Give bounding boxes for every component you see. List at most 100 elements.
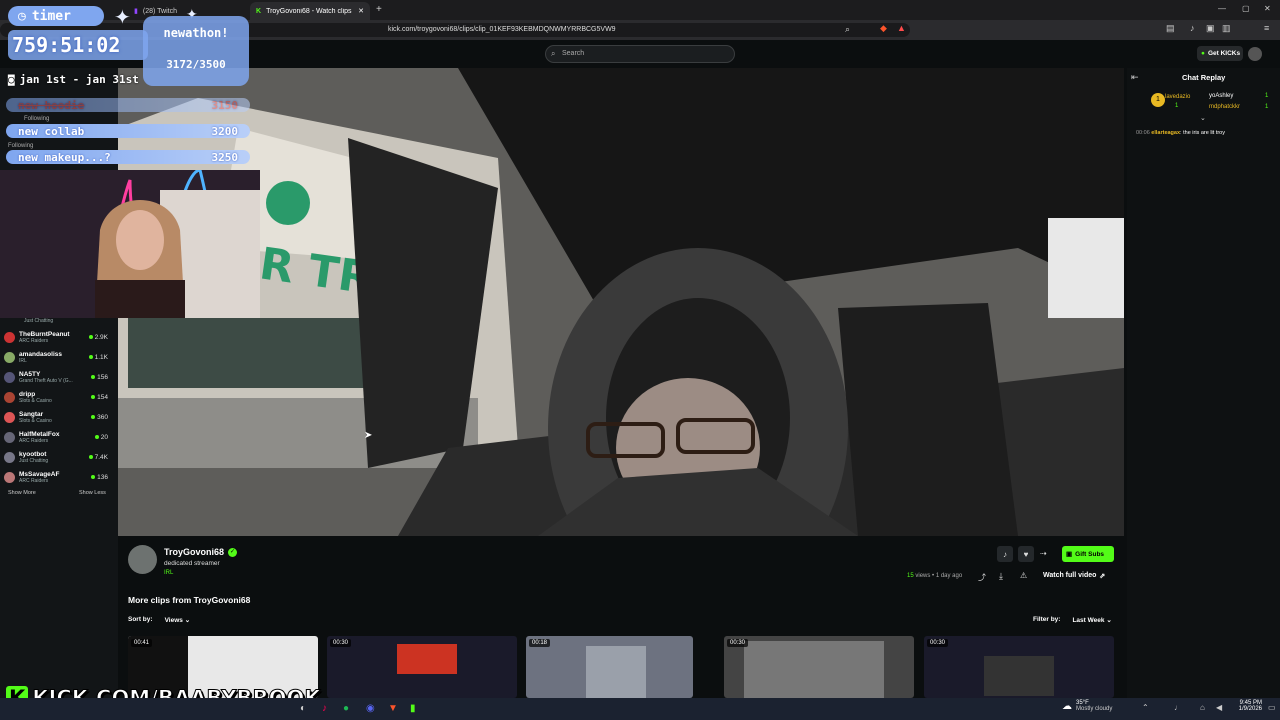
notification-icon[interactable]: ▭ (1268, 703, 1276, 712)
show-less-button[interactable]: Show Less (79, 490, 106, 496)
chevron-down-icon: ⌄ (184, 617, 191, 624)
clock[interactable]: 9:45 PM 1/9/2026 (1230, 700, 1262, 712)
watch-full-video-link[interactable]: Watch full video ⇗ (1043, 572, 1105, 580)
weather-widget[interactable]: ☁ 35°F Mostly cloudy (1062, 700, 1112, 712)
clip-card[interactable]: 00:30 (724, 636, 914, 698)
sort-select[interactable]: Views ⌄ (165, 616, 191, 624)
volume-icon[interactable]: ◀ (1216, 703, 1222, 712)
goal-item-value: 3250 (211, 150, 239, 164)
avatar[interactable] (128, 545, 157, 574)
close-window-icon[interactable]: ✕ (1264, 4, 1271, 13)
microphone-icon[interactable]: ♩ (1174, 703, 1182, 712)
gifter-count: 1 (1265, 93, 1269, 99)
streamer-name[interactable]: TroyGovoni68 (164, 547, 224, 557)
avatar (4, 391, 15, 403)
get-kicks-button[interactable]: ● Get KICKs (1197, 46, 1243, 61)
goal-item-label: new hoodie (18, 98, 85, 112)
avatar (4, 431, 15, 443)
chat-panel: ⇤ Chat Replay 1 lavedazio 1 yoAshley 1 m… (1127, 68, 1280, 698)
timer-value: 759:51:02 (8, 30, 148, 60)
viewer-count-value: 1.1K (94, 353, 108, 361)
address-bar[interactable]: kick.com/troygovoni68/clips/clip_01KEF93… (370, 23, 910, 37)
show-more-button[interactable]: Show More (8, 490, 36, 496)
channel-list: TheBurntPeanut ARC Raiders 2.9K amandasol… (0, 327, 118, 487)
spotify-icon[interactable]: ● (343, 703, 349, 714)
chevron-down-icon: ⌄ (1106, 617, 1112, 624)
list-item[interactable]: TheBurntPeanut ARC Raiders 2.9K (0, 327, 118, 347)
kick-app-icon[interactable]: ▮ (410, 703, 416, 714)
filter-value: Last Week (1072, 617, 1105, 624)
tiktok-icon[interactable]: ♪ (322, 703, 327, 714)
clip-card[interactable]: 00:30 (924, 636, 1114, 698)
channel-name: NA5TY (19, 370, 41, 378)
sidebar-toggle-icon[interactable]: ▤ (1166, 23, 1175, 34)
live-dot-icon (94, 435, 99, 439)
download-icon[interactable]: ⤓ (999, 571, 1003, 582)
webcam-feed (0, 170, 260, 318)
timer-label: timer (31, 8, 71, 24)
gift-icon: ▣ (1066, 551, 1073, 558)
viewer-count-value: 20 (100, 433, 108, 441)
filter-select[interactable]: Last Week ⌄ (1072, 616, 1111, 624)
channel-name: kyootbot (19, 450, 47, 458)
avatar (4, 471, 15, 483)
clip-card[interactable]: 00:18 (526, 636, 693, 698)
live-dot-icon (91, 375, 96, 379)
tab-kick-clip[interactable]: K TroyGovoni68 - Watch clips on K ✕ (250, 2, 370, 20)
list-item[interactable]: amandasoliss IRL 1.1K (0, 347, 118, 367)
clip-duration: 00:18 (529, 639, 551, 647)
viewer-count-value: 154 (97, 393, 108, 401)
date-range: ◙ jan 1st - jan 31st (8, 73, 139, 86)
wallet-icon[interactable]: ▥ (1222, 23, 1231, 34)
close-tab-icon[interactable]: ✕ (358, 7, 364, 15)
list-item[interactable]: MsSavageAF ARC Raiders 136 (0, 467, 118, 487)
chevron-up-icon[interactable]: ⌃ (1142, 703, 1149, 712)
list-item[interactable]: dripp Slots & Casino 154 (0, 387, 118, 407)
stream-overlay: ◷ timer 759:51:02 ✦ ✦ newathon! 3172/350… (0, 0, 250, 170)
channel-name: Sangtar (19, 410, 44, 418)
report-icon[interactable]: ⚠ (1020, 571, 1027, 580)
message-user[interactable]: ellarteagax (1151, 130, 1180, 136)
list-item[interactable]: NA5TY Grand Theft Auto V (G... 156 (0, 367, 118, 387)
taskbar: ◐ ♪ ● ◉ ▼ ▮ ☁ 35°F Mostly cloudy ⌃ ♩ ⌂ ◀… (0, 698, 1280, 720)
maximize-icon[interactable]: ▢ (1242, 4, 1250, 13)
gifter-name: yoAshley (1209, 93, 1234, 99)
channel-category: Just Chatting (24, 318, 54, 324)
discord-icon[interactable]: ◉ (366, 703, 375, 714)
new-tab-icon[interactable]: + (376, 4, 382, 15)
brave-icon[interactable]: ▼ (388, 703, 398, 714)
menu-icon[interactable]: ≡ (1264, 23, 1269, 33)
rewards-icon[interactable]: ▲ (897, 23, 906, 33)
brave-shield-icon[interactable]: ◆ (880, 23, 887, 34)
list-item[interactable]: kyootbot Just Chatting 7.4K (0, 447, 118, 467)
gift-subs-label: Gift Subs (1075, 550, 1105, 558)
video-player[interactable]: R TREE ➤ (118, 68, 1124, 536)
app-icon[interactable]: ◐ (300, 703, 306, 714)
extensions-icon[interactable]: ▣ (1206, 23, 1215, 34)
clip-duration: 00:41 (131, 639, 153, 647)
music-icon[interactable]: ♪ (1190, 23, 1195, 33)
list-item[interactable]: Sangtar Slots & Casino 360 (0, 407, 118, 427)
chevron-down-icon[interactable]: ⌄ (1200, 114, 1206, 122)
channel-category: ARC Raiders (19, 437, 49, 444)
clip-card[interactable]: 00:30 (327, 636, 517, 698)
gifter-name: mdphatckkr (1209, 104, 1241, 110)
search-input[interactable]: ⌕ Search (545, 45, 735, 63)
more-clips-title: More clips from TroyGovoni68 (128, 595, 251, 605)
streamer-category[interactable]: IRL (164, 570, 173, 576)
network-icon[interactable]: ⌂ (1200, 703, 1205, 712)
avatar[interactable] (1248, 47, 1262, 61)
heart-icon[interactable]: ♥ (1018, 546, 1034, 562)
minimize-icon[interactable]: — (1218, 4, 1226, 13)
notification-bell-icon[interactable]: ♪ (997, 546, 1013, 562)
kick-icon[interactable]: ⇢ (1040, 549, 1047, 558)
collapse-chat-icon[interactable]: ⇤ (1131, 72, 1139, 83)
weather-desc: Mostly cloudy (1076, 706, 1113, 712)
goal-box: newathon! 3172/3500 (143, 16, 249, 86)
share-icon[interactable]: ⤴ (978, 572, 986, 583)
list-item[interactable]: HalfMetalFox ARC Raiders 20 (0, 427, 118, 447)
zoom-icon[interactable]: ⌕ (845, 24, 850, 35)
camera-icon: ◙ (8, 73, 15, 86)
gift-subs-button[interactable]: ▣ Gift Subs (1062, 546, 1114, 562)
channel-category: Just Chatting (19, 457, 49, 464)
